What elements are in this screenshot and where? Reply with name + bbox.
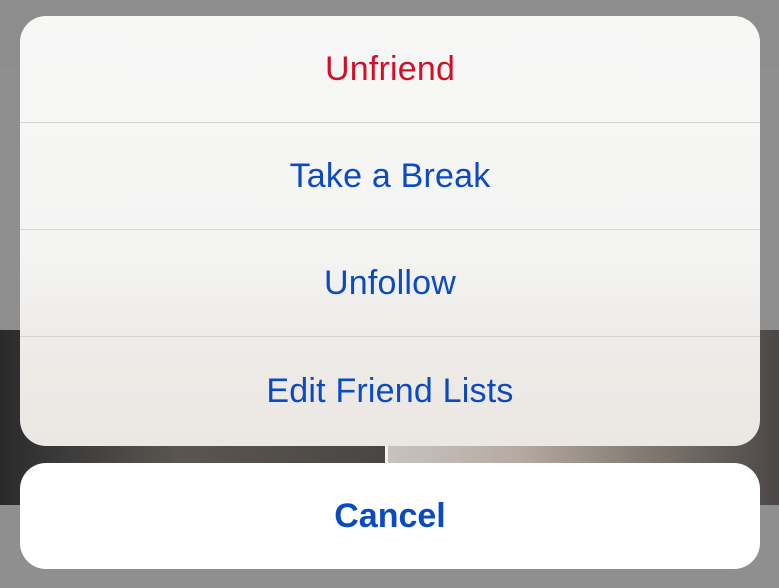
cancel-button[interactable]: Cancel xyxy=(20,463,760,569)
action-sheet: Unfriend Take a Break Unfollow Edit Frie… xyxy=(20,16,760,446)
edit-friend-lists-label: Edit Friend Lists xyxy=(266,372,514,410)
take-a-break-label: Take a Break xyxy=(289,156,491,195)
unfriend-button[interactable]: Unfriend xyxy=(20,16,760,123)
cancel-label: Cancel xyxy=(334,496,446,535)
unfollow-label: Unfollow xyxy=(324,263,456,302)
edit-friend-lists-button[interactable]: Edit Friend Lists xyxy=(20,337,760,446)
unfriend-label: Unfriend xyxy=(324,49,456,88)
take-a-break-button[interactable]: Take a Break xyxy=(20,123,760,230)
unfollow-button[interactable]: Unfollow xyxy=(20,230,760,337)
